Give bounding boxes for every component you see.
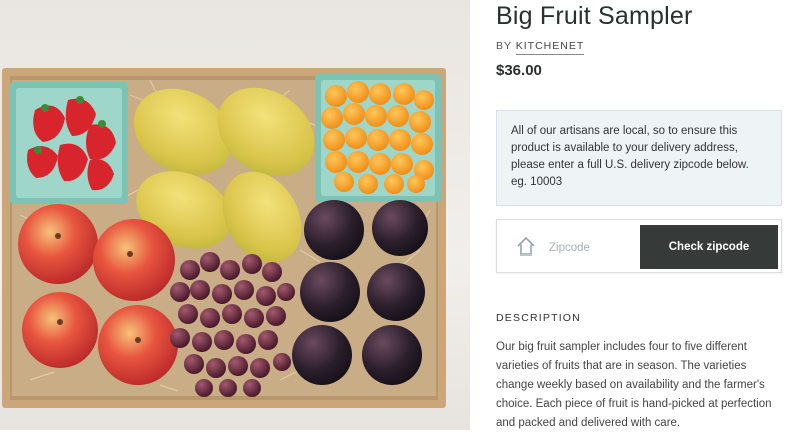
delivery-notice: All of our artisans are local, so to ens… [496,110,782,206]
vendor-link[interactable]: KITCHENET [515,40,585,55]
product-price: $36.00 [496,62,542,79]
product-image [0,0,470,430]
product-title: Big Fruit Sampler [496,2,693,30]
vendor-byline: BY KITCHENET [496,40,585,55]
check-zipcode-button[interactable]: Check zipcode [640,225,778,269]
description-text: Our big fruit sampler includes four to f… [496,341,772,429]
description-heading: DESCRIPTION [496,312,581,324]
home-icon [517,237,535,256]
byline-prefix: BY [496,40,512,52]
zipcode-form: Check zipcode [496,219,782,273]
product-info-panel: Big Fruit Sampler BY KITCHENET $36.00 Al… [496,0,786,430]
zipcode-input[interactable] [547,235,637,261]
fruit-box-illustration [2,68,446,408]
